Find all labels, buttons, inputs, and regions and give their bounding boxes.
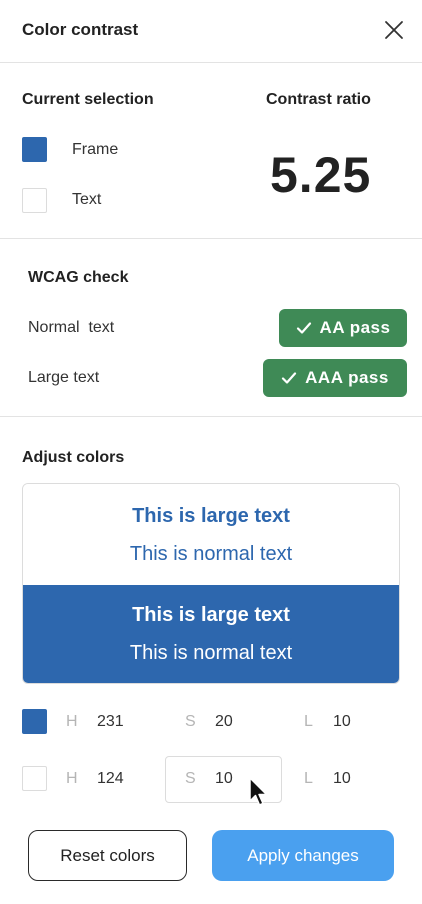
contrast-ratio-label: Contrast ratio bbox=[266, 91, 371, 108]
current-selection-label: Current selection bbox=[22, 91, 154, 108]
mouse-pointer-icon bbox=[248, 777, 270, 809]
lightness-label: L bbox=[304, 770, 313, 787]
preview-normal-text: This is normal text bbox=[129, 642, 293, 664]
divider bbox=[0, 238, 422, 239]
adjust-colors-label: Adjust colors bbox=[22, 449, 125, 466]
check-icon bbox=[296, 322, 311, 334]
preview-normal-text: This is normal text bbox=[129, 543, 293, 565]
close-icon[interactable] bbox=[380, 16, 408, 44]
preview-large-text: This is large text bbox=[132, 604, 290, 626]
lightness-input[interactable]: 10 bbox=[333, 713, 351, 731]
text-label: Text bbox=[72, 191, 102, 208]
hue-label: H bbox=[66, 713, 78, 730]
divider bbox=[0, 416, 422, 417]
wcag-check-label: WCAG check bbox=[28, 269, 129, 286]
divider bbox=[0, 62, 422, 63]
apply-changes-button[interactable]: Apply changes bbox=[212, 830, 394, 881]
hue-input[interactable]: 231 bbox=[97, 713, 124, 731]
frame-color-swatch[interactable] bbox=[22, 137, 47, 162]
check-icon bbox=[282, 372, 297, 384]
panel-header: Color contrast bbox=[0, 0, 422, 62]
large-text-label: Large text bbox=[28, 369, 100, 386]
aaa-pass-badge: AAA pass bbox=[263, 359, 407, 397]
saturation-input[interactable]: 20 bbox=[215, 713, 233, 731]
hue-label: H bbox=[66, 770, 78, 787]
reset-colors-button[interactable]: Reset colors bbox=[28, 830, 187, 881]
preview-light: This is large text This is normal text bbox=[23, 484, 399, 585]
panel-title: Color contrast bbox=[22, 20, 139, 39]
aa-pass-text: AA pass bbox=[319, 318, 391, 337]
aaa-pass-text: AAA pass bbox=[305, 368, 389, 387]
aa-pass-badge: AA pass bbox=[279, 309, 407, 347]
lightness-label: L bbox=[304, 713, 313, 730]
text-color-swatch[interactable] bbox=[22, 188, 47, 213]
preview-dark: This is large text This is normal text bbox=[23, 585, 399, 683]
lightness-input[interactable]: 10 bbox=[333, 770, 351, 788]
hue-input[interactable]: 124 bbox=[97, 770, 124, 788]
saturation-label: S bbox=[185, 713, 196, 730]
preview-large-text: This is large text bbox=[132, 505, 290, 527]
frame-color-swatch[interactable] bbox=[22, 709, 47, 734]
saturation-label: S bbox=[185, 770, 196, 787]
normal-text-label: Normal text bbox=[28, 319, 115, 336]
frame-label: Frame bbox=[72, 141, 119, 158]
saturation-input[interactable]: 10 bbox=[215, 770, 233, 788]
contrast-ratio-value: 5.25 bbox=[270, 147, 372, 203]
color-preview: This is large text This is normal text T… bbox=[22, 483, 400, 684]
text-color-swatch[interactable] bbox=[22, 766, 47, 791]
